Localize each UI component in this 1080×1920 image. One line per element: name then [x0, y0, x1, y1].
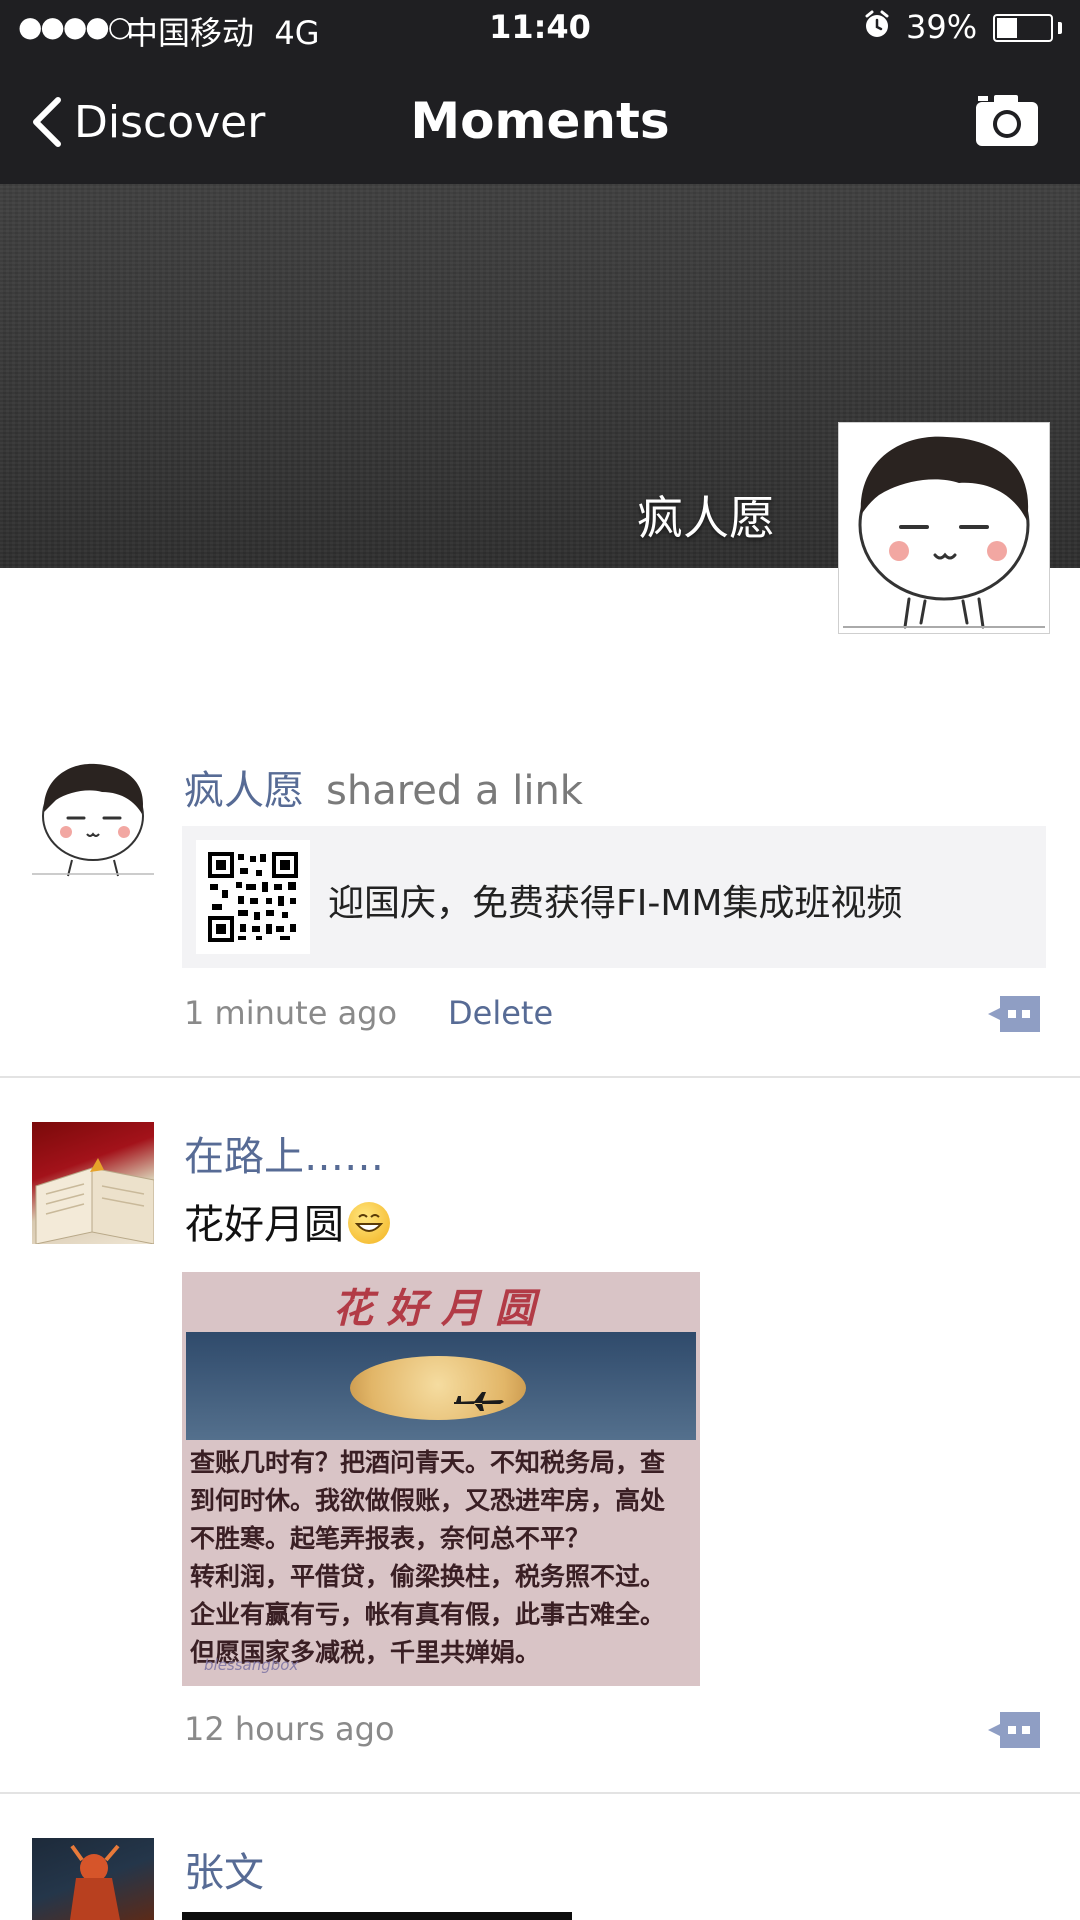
post-author[interactable]: 疯人愿 shared a link — [184, 758, 583, 816]
profile-avatar[interactable] — [838, 422, 1050, 634]
qr-code-icon — [208, 852, 298, 942]
avatar[interactable] — [32, 756, 154, 878]
battery-percent: 39% — [906, 8, 978, 46]
airplane-icon — [454, 1392, 504, 1411]
alarm-icon — [865, 10, 889, 37]
post-author[interactable]: 在路上…… — [184, 1124, 384, 1182]
qr-code-thumbnail — [196, 840, 310, 954]
image-footer: blessangbox — [204, 1656, 299, 1674]
comment-icon[interactable] — [986, 994, 1042, 1034]
open-book-icon — [35, 1158, 154, 1244]
comment-icon[interactable] — [986, 1710, 1042, 1750]
cover-user-name[interactable]: 疯人愿 — [637, 482, 775, 548]
post-action-text: shared a link — [326, 768, 583, 814]
image-title: 花好月圆 — [333, 1285, 549, 1332]
cartoon-face-icon — [843, 436, 1045, 629]
status-bar: ●●●●○ 中国移动 4G 11:40 39% — [0, 0, 1080, 58]
post-divider — [0, 1792, 1080, 1794]
battery-icon — [993, 14, 1053, 42]
camera-icon[interactable] — [974, 92, 1040, 148]
page-title: Moments — [410, 92, 670, 150]
author-name[interactable]: 疯人愿 — [184, 768, 304, 814]
cartoon-face-icon — [32, 763, 154, 877]
post-divider — [0, 1076, 1080, 1078]
post-text: 花好月圆 — [184, 1192, 390, 1250]
link-title: 迎国庆，免费获得FI-MM集成班视频 — [328, 883, 903, 924]
delete-button[interactable]: Delete — [448, 994, 553, 1032]
post-media-preview[interactable] — [182, 1912, 572, 1920]
avatar[interactable] — [32, 1122, 154, 1244]
post-image[interactable]: 花好月圆 查账几时有？把酒问青天。不知税务局，查 到何时休。我欲做假账，又恐进牢… — [182, 1272, 700, 1686]
post-timestamp: 1 minute ago — [184, 994, 398, 1032]
character-figure-icon — [70, 1844, 120, 1920]
shared-link-card[interactable]: 迎国庆，免费获得FI-MM集成班视频 — [182, 826, 1046, 968]
nav-bar: Discover Moments — [0, 58, 1080, 184]
avatar[interactable] — [32, 1838, 154, 1920]
post-timestamp: 12 hours ago — [184, 1710, 395, 1748]
battery-tip — [1058, 22, 1062, 34]
battery-fill — [997, 18, 1017, 38]
image-poem: 查账几时有？把酒问青天。不知税务局，查 到何时休。我欲做假账，又恐进牢房，高处 … — [190, 1448, 666, 1667]
post-author[interactable]: 张文 — [184, 1840, 264, 1898]
post-text-content: 花好月圆 — [184, 1202, 344, 1248]
grinning-emoji-icon — [348, 1202, 390, 1244]
